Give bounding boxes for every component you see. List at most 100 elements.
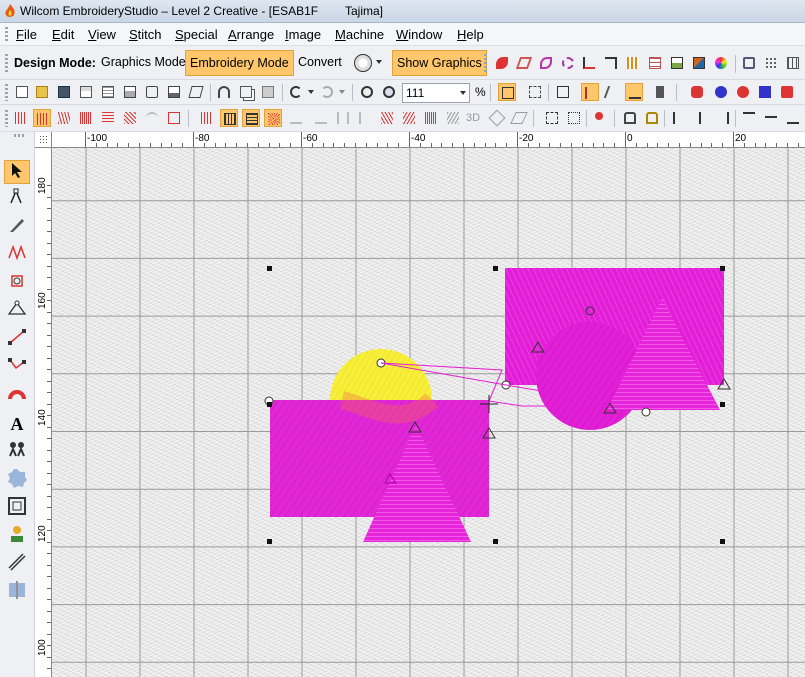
table-fill-icon[interactable] [646, 54, 664, 72]
pattern-fill-icon[interactable] [242, 109, 260, 127]
trapunto-icon[interactable] [444, 109, 462, 127]
paste-icon[interactable] [259, 83, 277, 101]
align-middle-icon[interactable] [762, 109, 780, 127]
chevron-down-icon[interactable] [308, 90, 314, 94]
show-graphics-button[interactable]: Show Graphics [392, 50, 487, 76]
reshape-node[interactable] [641, 407, 651, 417]
menu-arrange[interactable]: Arrange [228, 27, 274, 42]
split-icon[interactable] [4, 580, 30, 604]
triangle-toggle-icon[interactable] [625, 83, 643, 101]
lock-icon[interactable] [621, 109, 639, 127]
fancy-stitch-icon[interactable] [77, 109, 95, 127]
convert-button[interactable]: Convert [294, 50, 346, 76]
menu-stitch[interactable]: Stitch [129, 27, 162, 42]
monogram-icon[interactable] [4, 440, 30, 464]
checkbox-icon[interactable] [554, 83, 572, 101]
pattern-run-icon[interactable] [4, 552, 30, 576]
3d-icon[interactable]: 3D [466, 112, 480, 124]
sequence-icon[interactable] [592, 109, 610, 127]
badge-icon[interactable] [4, 468, 30, 492]
grid-icon[interactable] [784, 54, 802, 72]
crop-tool-icon[interactable] [4, 272, 30, 296]
new-file-icon[interactable] [13, 83, 31, 101]
graphics-mode-button[interactable]: Graphics Mode [97, 50, 190, 76]
step-stitch-icon[interactable] [99, 109, 117, 127]
layer-icon[interactable] [653, 83, 671, 101]
run-tool-icon[interactable] [4, 356, 30, 380]
select-overlay-icon[interactable] [498, 83, 516, 101]
spiral-fill-icon[interactable] [289, 109, 309, 127]
design-canvas[interactable] [52, 148, 805, 677]
leaf-outline-icon[interactable] [537, 54, 555, 72]
unlock-icon[interactable] [643, 109, 661, 127]
machine-icon[interactable] [740, 54, 758, 72]
blackwork-icon[interactable] [422, 109, 440, 127]
open-folder-icon[interactable] [33, 83, 51, 101]
reshape-tool-icon[interactable] [4, 188, 30, 212]
trim-icon[interactable] [712, 83, 730, 101]
zigzag-fill-icon[interactable] [334, 109, 352, 127]
flower-icon[interactable] [4, 524, 30, 548]
menu-file[interactable]: File [16, 27, 37, 42]
arc-tool-icon[interactable] [4, 384, 30, 408]
print-preview-icon[interactable] [143, 83, 161, 101]
weld-icon[interactable] [688, 83, 706, 101]
menu-machine[interactable]: Machine [335, 27, 384, 42]
embroidery-mode-button[interactable]: Embroidery Mode [185, 50, 294, 76]
menu-help[interactable]: Help [457, 27, 484, 42]
knife-tool-icon[interactable] [4, 216, 30, 240]
template-icon[interactable] [77, 83, 95, 101]
stitch-edit-icon[interactable] [4, 244, 30, 268]
chevron-down-icon[interactable] [339, 90, 345, 94]
triangle-fill-icon[interactable] [356, 109, 374, 127]
save-icon[interactable] [55, 83, 73, 101]
combine-icon[interactable] [756, 83, 774, 101]
picture-icon[interactable] [668, 54, 686, 72]
polygon-tool-icon[interactable] [4, 300, 30, 324]
needle-icon[interactable] [603, 83, 621, 101]
lattice-icon[interactable] [510, 109, 528, 127]
split-satin-icon[interactable] [198, 109, 216, 127]
cross-stitch-icon[interactable] [121, 109, 139, 127]
export-icon[interactable] [187, 83, 205, 101]
align-right-icon[interactable] [714, 109, 732, 127]
group-icon[interactable] [543, 109, 561, 127]
left-design-group[interactable] [264, 349, 496, 542]
print-icon[interactable] [121, 83, 139, 101]
menu-window[interactable]: Window [396, 27, 442, 42]
ruler-corner[interactable] [35, 132, 52, 148]
menu-special[interactable]: Special [175, 27, 218, 42]
globe-dropdown-button[interactable] [350, 52, 386, 74]
emboss-icon[interactable] [488, 109, 506, 127]
zoom-icon[interactable] [380, 83, 398, 101]
sketch-fill-icon[interactable] [312, 109, 330, 127]
menu-view[interactable]: View [88, 27, 116, 42]
tatami-stitch-icon[interactable] [33, 109, 51, 127]
document-icon[interactable] [99, 83, 117, 101]
align-bottom-icon[interactable] [784, 109, 802, 127]
motif-fill-icon[interactable] [400, 109, 418, 127]
ungroup-icon[interactable] [565, 109, 583, 127]
design-svg[interactable] [52, 148, 805, 677]
cut-icon[interactable] [215, 83, 233, 101]
copy-icon[interactable] [237, 83, 255, 101]
photo-icon[interactable] [690, 54, 708, 72]
dots-icon[interactable] [762, 54, 780, 72]
chevron-down-icon[interactable] [460, 91, 466, 95]
redo-icon[interactable] [318, 83, 336, 101]
menu-edit[interactable]: Edit [52, 27, 74, 42]
reshape-icon[interactable] [526, 83, 544, 101]
zoom-box-icon[interactable] [358, 83, 376, 101]
align-center-icon[interactable] [692, 109, 710, 127]
align-top-icon[interactable] [740, 109, 758, 127]
satin-stitch-icon[interactable] [12, 109, 30, 127]
lettering-icon[interactable]: A [4, 412, 30, 436]
satin-leaf-icon[interactable] [493, 54, 511, 72]
intersect-icon[interactable] [734, 83, 752, 101]
line-tool-icon[interactable] [4, 328, 30, 352]
contour-stitch-icon[interactable] [143, 109, 161, 127]
break-apart-icon[interactable] [778, 83, 796, 101]
corner-icon[interactable] [602, 54, 620, 72]
align-left-icon[interactable] [670, 109, 688, 127]
send-machine-icon[interactable] [165, 83, 183, 101]
